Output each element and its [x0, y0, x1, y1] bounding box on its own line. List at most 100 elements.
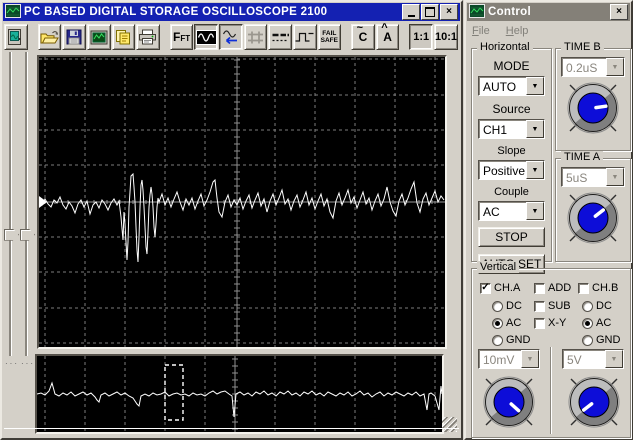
menu-help[interactable]: Help	[504, 24, 531, 38]
dropdown-arrow-icon[interactable]: ▼	[526, 202, 544, 220]
menu-bar: File Help	[470, 23, 629, 39]
control-window-title: Control	[488, 6, 531, 18]
slider-ticks: ···	[21, 359, 35, 368]
ratio-1-1-button[interactable]: 1:1	[409, 24, 433, 50]
slider-thumb[interactable]	[4, 228, 19, 241]
main-display-svg	[38, 57, 445, 347]
sub-checkbox[interactable]: ✓ SUB	[534, 300, 571, 312]
trigger-level-marker[interactable]	[39, 196, 47, 208]
source-select[interactable]: CH1 ▼	[478, 119, 545, 139]
grid-button	[243, 24, 268, 50]
open-button[interactable]	[37, 24, 62, 50]
overview-display-trace	[36, 381, 443, 418]
volts-b-select: 5V ▼	[562, 349, 624, 369]
horizontal-group: Horizontal MODE AUTO ▼ Source CH1 ▼ Slop…	[471, 41, 552, 274]
slider-ticks: ···	[5, 359, 19, 368]
channel-divider	[550, 347, 552, 434]
dotted-lines-button[interactable]	[268, 24, 292, 50]
close-icon: ×	[446, 6, 452, 17]
mode-label: MODE	[493, 59, 530, 73]
maximize-icon	[425, 7, 435, 17]
control-titlebar[interactable]: Control ×	[467, 3, 630, 21]
oscilloscope-titlebar[interactable]: PC BASED DIGITAL STORAGE OSCILLOSCOPE 21…	[3, 3, 460, 21]
minimize-button[interactable]	[402, 4, 420, 20]
couple-select[interactable]: AC ▼	[478, 201, 545, 221]
dropdown-arrow-icon: ▼	[521, 350, 539, 368]
app-icon	[469, 3, 485, 21]
vertical-group-label: Vertical	[477, 261, 520, 273]
time-a-select: 5uS ▼	[561, 167, 625, 187]
measure-a-button[interactable]: ^ A	[375, 22, 400, 50]
display-mode-button[interactable]	[194, 24, 218, 50]
time-a-value: 5uS	[566, 171, 588, 185]
main-waveform-display	[37, 55, 447, 349]
failsafe-button[interactable]: FAIL SAFE	[317, 24, 342, 50]
volts-b-knob[interactable]	[565, 375, 623, 431]
pulse-trigger-button[interactable]	[292, 24, 317, 50]
maximize-button[interactable]	[421, 4, 439, 20]
mode-select[interactable]: AUTO ▼	[478, 76, 545, 96]
toolbar: FFT FAIL SAFE ~ C ^ A 1:1 10:1	[4, 22, 459, 51]
overview-waveform-display	[35, 354, 444, 434]
volts-b-value: 5V	[567, 353, 582, 367]
slope-select[interactable]: Positive ▼	[478, 160, 545, 180]
time-b-value: 0.2uS	[566, 61, 598, 75]
xy-checkbox[interactable]: ✓ X-Y	[534, 317, 566, 329]
slider-thumb[interactable]	[20, 228, 35, 241]
couple-label: Couple	[494, 186, 529, 198]
close-button[interactable]: ×	[440, 4, 458, 20]
volts-a-value: 10mV	[483, 353, 515, 367]
capture-button[interactable]	[86, 24, 111, 50]
time-b-knob[interactable]	[564, 81, 622, 137]
overview-display-svg	[36, 356, 443, 432]
close-icon: ×	[616, 6, 622, 17]
desktop: PC BASED DIGITAL STORAGE OSCILLOSCOPE 21…	[0, 0, 633, 440]
volts-a-select: 10mV ▼	[478, 349, 540, 369]
control-window: Control × File Help Horizontal MODE AUTO …	[464, 0, 633, 440]
stop-button[interactable]: STOP	[478, 227, 545, 247]
mode-value: AUTO	[483, 80, 517, 94]
measure-c-button[interactable]: ~ C	[351, 22, 375, 50]
dropdown-arrow-icon[interactable]: ▼	[526, 77, 544, 95]
dropdown-arrow-icon: ▼	[605, 350, 623, 368]
vertical-position-slider-b[interactable]: ···	[19, 50, 35, 368]
menu-file[interactable]: File	[470, 24, 492, 38]
source-value: CH1	[483, 123, 508, 137]
slider-groove	[25, 52, 28, 356]
time-b-group: TIME B 0.2uS ▼	[555, 41, 631, 151]
ratio-10-1-button[interactable]: 10:1	[434, 24, 459, 50]
couple-value: AC	[483, 205, 500, 219]
time-a-knob[interactable]	[564, 191, 622, 247]
channel-a-checkbox[interactable]: ✓ CH.A	[480, 282, 520, 294]
time-a-label: TIME A	[561, 151, 604, 163]
dropdown-arrow-icon[interactable]: ▼	[526, 161, 544, 179]
channel-b-checkbox[interactable]: ✓ CH.B	[578, 282, 618, 294]
chb-ac-radio[interactable]: AC	[582, 317, 611, 329]
save-button[interactable]	[62, 24, 86, 50]
main-display-trace	[38, 172, 445, 263]
zoom-selection-rect[interactable]	[164, 364, 184, 421]
add-checkbox[interactable]: ✓ ADD	[534, 282, 571, 294]
dropdown-arrow-icon: ▼	[606, 168, 624, 186]
status-bar	[4, 428, 459, 436]
dropdown-arrow-icon[interactable]: ▼	[526, 120, 544, 138]
copy-notes-button[interactable]	[111, 24, 136, 50]
print-button[interactable]	[136, 24, 160, 50]
slope-value: Positive	[483, 164, 526, 178]
persistence-button[interactable]	[219, 24, 243, 50]
chb-dc-radio[interactable]: DC	[582, 300, 612, 312]
cha-ac-radio[interactable]: AC	[492, 317, 521, 329]
dropdown-arrow-icon: ▼	[606, 58, 624, 76]
horizontal-group-label: Horizontal	[477, 41, 533, 53]
close-button[interactable]: ×	[610, 4, 628, 20]
cha-gnd-radio[interactable]: GND	[492, 334, 530, 346]
cha-dc-radio[interactable]: DC	[492, 300, 522, 312]
exit-button[interactable]	[4, 24, 28, 50]
chb-gnd-radio[interactable]: GND	[582, 334, 620, 346]
slope-label: Slope	[497, 145, 526, 157]
oscilloscope-window: PC BASED DIGITAL STORAGE OSCILLOSCOPE 21…	[0, 0, 463, 440]
time-a-group: TIME A 5uS ▼	[555, 151, 631, 262]
volts-a-knob[interactable]	[480, 375, 538, 431]
fft-button[interactable]: FFT	[169, 24, 194, 50]
vertical-position-slider-a[interactable]: ···	[3, 50, 19, 368]
